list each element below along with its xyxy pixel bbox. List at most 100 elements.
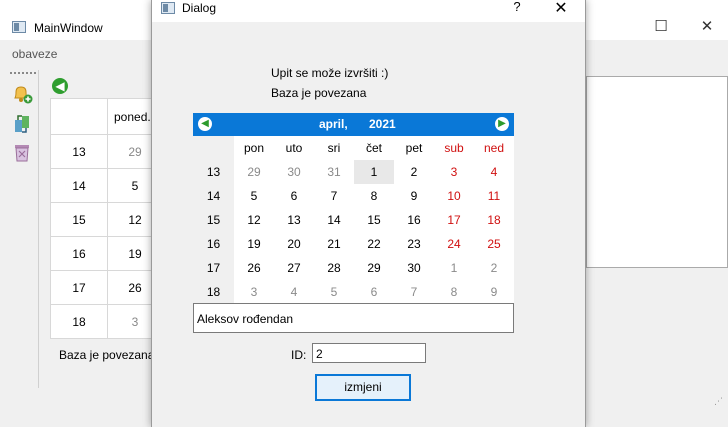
toolbar-grip[interactable] — [10, 72, 36, 74]
calendar-week-row: 13 29 30 31 1 2 3 4 — [193, 160, 514, 184]
dialog-titlebar: Dialog ? ✕ — [152, 0, 585, 22]
calendar-day[interactable]: 5 — [234, 184, 274, 208]
calendar-day[interactable]: 25 — [474, 232, 514, 256]
calendar-week-row: 18 3 4 5 6 7 8 9 — [193, 280, 514, 304]
table-row: 15 12 — [50, 202, 163, 237]
calendar-day[interactable]: 15 — [354, 208, 394, 232]
calendar-day[interactable]: 5 — [314, 280, 354, 304]
calendar-day[interactable]: 13 — [274, 208, 314, 232]
resize-grip-icon[interactable]: ⋰ — [714, 396, 723, 407]
next-month-icon[interactable]: ▶ — [495, 117, 509, 131]
calendar-day[interactable]: 8 — [434, 280, 474, 304]
calendar-week-row: 15 12 13 14 15 16 17 18 — [193, 208, 514, 232]
calendar-day[interactable]: 10 — [434, 184, 474, 208]
weekday-header: čet — [365, 141, 382, 155]
week-number: 16 — [50, 236, 108, 271]
calendar-week-row: 16 19 20 21 22 23 24 25 — [193, 232, 514, 256]
week-number: 14 — [193, 184, 234, 208]
calendar-day[interactable]: 3 — [434, 160, 474, 184]
main-right-panel[interactable] — [586, 76, 728, 268]
calendar-week-row: 14 5 6 7 8 9 10 11 — [193, 184, 514, 208]
weekday-header: uto — [285, 141, 303, 155]
week-number: 13 — [193, 160, 234, 184]
calendar-nav-bar: ◀ april, 2021 ▶ — [193, 113, 514, 136]
calendar-day[interactable]: 6 — [354, 280, 394, 304]
calendar-day[interactable]: 23 — [394, 232, 434, 256]
help-button[interactable]: ? — [504, 0, 530, 14]
calendar-day[interactable]: 19 — [234, 232, 274, 256]
dialog-title: Dialog — [182, 1, 217, 15]
calendar-day[interactable]: 30 — [394, 256, 434, 280]
calendar-year-button[interactable]: 2021 — [369, 117, 396, 131]
calendar-day[interactable]: 9 — [474, 280, 514, 304]
calendar-day[interactable]: 4 — [474, 160, 514, 184]
note-text-field[interactable]: Aleksov rođendan — [193, 303, 514, 333]
calendar-day[interactable]: 21 — [314, 232, 354, 256]
week-number: 16 — [193, 232, 234, 256]
app-window-icon — [12, 21, 26, 33]
week-number: 18 — [50, 304, 108, 339]
maximize-button[interactable]: ☐ — [638, 14, 684, 40]
status-label: Baza je povezana — [59, 348, 155, 362]
calendar-day[interactable]: 27 — [274, 256, 314, 280]
week-number: 15 — [50, 202, 108, 237]
weekday-header: sub — [444, 141, 464, 155]
calendar-day[interactable]: 3 — [234, 280, 274, 304]
menu-obaveze[interactable]: obaveze — [12, 47, 57, 61]
calendar-day[interactable]: 9 — [394, 184, 434, 208]
table-corner — [50, 98, 108, 135]
calendar-day[interactable]: 26 — [234, 256, 274, 280]
table-row: 17 26 — [50, 270, 163, 305]
calendar-day[interactable]: 20 — [274, 232, 314, 256]
week-number: 14 — [50, 168, 108, 203]
week-number: 15 — [193, 208, 234, 232]
calendar-day[interactable]: 7 — [394, 280, 434, 304]
calendar-grid: pon uto sri čet pet sub ned 13 29 30 31 … — [193, 136, 514, 304]
week-table: poned... 13 29 14 5 15 12 16 19 17 26 18… — [50, 98, 163, 339]
calendar-widget[interactable]: ◀ april, 2021 ▶ pon uto sri čet pet sub … — [193, 113, 514, 304]
calendar-week-row: 17 26 27 28 29 30 1 2 — [193, 256, 514, 280]
calendar-day[interactable]: 12 — [234, 208, 274, 232]
calendar-day[interactable]: 22 — [354, 232, 394, 256]
dialog-close-button[interactable]: ✕ — [547, 0, 575, 18]
calendar-day[interactable]: 16 — [394, 208, 434, 232]
table-row: 16 19 — [50, 236, 163, 271]
weekday-header: pon — [243, 141, 265, 155]
dialog-window: Dialog ? ✕ Upit se može izvršiti :) Baza… — [151, 0, 586, 427]
calendar-day[interactable]: 8 — [354, 184, 394, 208]
calendar-day[interactable]: 28 — [314, 256, 354, 280]
calendar-day[interactable]: 17 — [434, 208, 474, 232]
calendar-day[interactable]: 6 — [274, 184, 314, 208]
prev-month-icon[interactable]: ◀ — [198, 117, 212, 131]
bell-add-icon[interactable] — [10, 82, 34, 106]
calendar-day[interactable]: 14 — [314, 208, 354, 232]
calendar-day[interactable]: 2 — [394, 160, 434, 184]
weekday-header: ned — [483, 141, 505, 155]
calendar-month-button[interactable]: april, — [319, 117, 348, 131]
calendar-day[interactable]: 4 — [274, 280, 314, 304]
calendar-day[interactable]: 31 — [314, 160, 354, 184]
calendar-day[interactable]: 29 — [234, 160, 274, 184]
weekday-header: pet — [405, 141, 423, 155]
id-field[interactable]: 2 — [312, 343, 426, 363]
izmjeni-button[interactable]: izmjeni — [315, 374, 411, 401]
calendar-day[interactable]: 1 — [434, 256, 474, 280]
calendar-day[interactable]: 30 — [274, 160, 314, 184]
weekday-header: sri — [327, 141, 341, 155]
id-label: ID: — [291, 348, 307, 362]
edit-arrows-icon[interactable] — [10, 112, 34, 136]
calendar-day[interactable]: 2 — [474, 256, 514, 280]
week-number: 13 — [50, 134, 108, 169]
calendar-day[interactable]: 11 — [474, 184, 514, 208]
calendar-day[interactable]: 18 — [474, 208, 514, 232]
calendar-day[interactable]: 29 — [354, 256, 394, 280]
calendar-day[interactable]: 24 — [434, 232, 474, 256]
query-message: Upit se može izvršiti :) — [271, 66, 389, 80]
calendar-day-selected[interactable]: 1 — [354, 160, 394, 184]
close-button[interactable]: ✕ — [684, 14, 728, 40]
trash-icon[interactable] — [10, 140, 34, 164]
db-status-label: Baza je povezana — [271, 86, 367, 100]
main-window-title: MainWindow — [34, 21, 103, 35]
calendar-day[interactable]: 7 — [314, 184, 354, 208]
back-arrow-icon[interactable]: ◀ — [52, 78, 68, 94]
